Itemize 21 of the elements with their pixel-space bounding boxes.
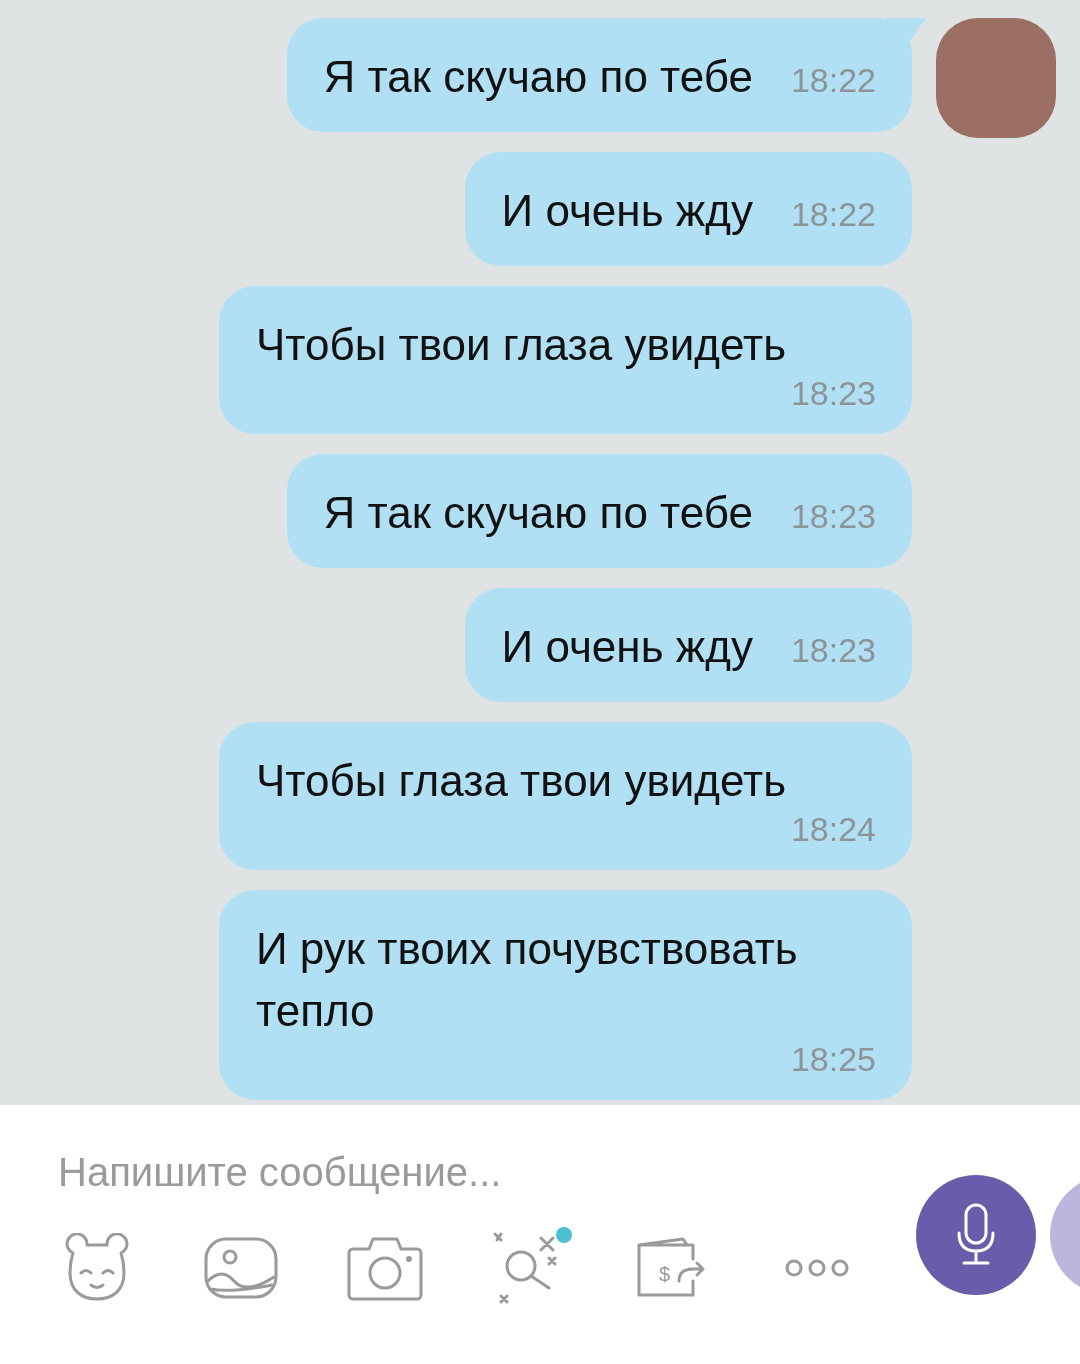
message-text: Я так скучаю по тебе (323, 51, 753, 103)
message-time: 18:23 (790, 499, 876, 533)
more-icon (784, 1258, 850, 1278)
message-text: И очень жду (501, 185, 753, 237)
dollar-sign: $ (659, 1263, 671, 1285)
camera-icon (347, 1235, 423, 1301)
money-tool-button[interactable]: $ (634, 1229, 712, 1307)
message-time: 18:22 (790, 63, 876, 97)
message-text: Я так скучаю по тебе (323, 487, 753, 539)
message-time: 18:23 (790, 376, 876, 410)
message-time: 18:25 (790, 1042, 876, 1076)
message-text: И очень жду (501, 621, 753, 673)
message-text: Чтобы твои глаза увидеть (256, 319, 787, 371)
microphone-icon (956, 1203, 996, 1267)
message-time: 18:23 (790, 633, 876, 667)
picture-icon (204, 1237, 278, 1299)
message-input-field[interactable]: Напишите сообщение... (58, 1150, 658, 1195)
message-time: 18:22 (790, 197, 876, 231)
message-text: И рук твоих почувствовать тепло (256, 923, 799, 1037)
message-text: Чтобы глаза твои увидеть (256, 755, 787, 807)
message-time: 18:24 (790, 812, 876, 846)
